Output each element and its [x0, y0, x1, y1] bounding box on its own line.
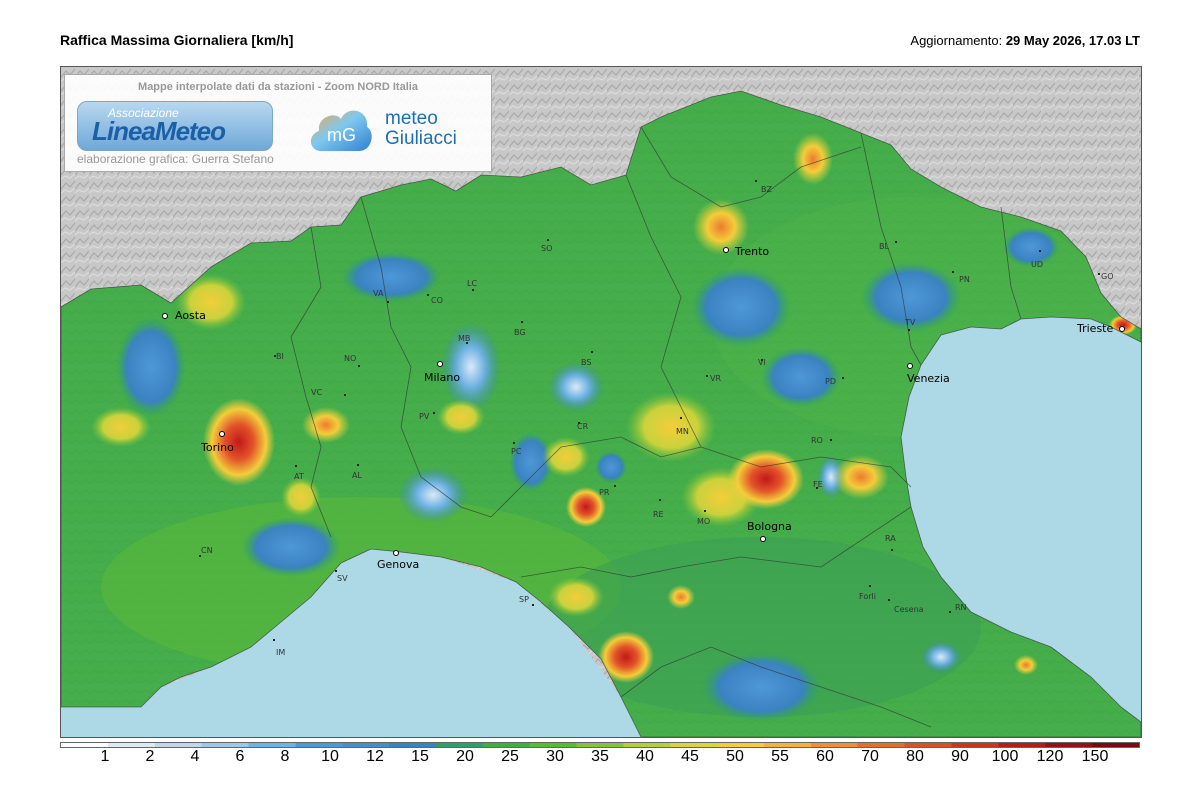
meteogiuliacci-line2: Giuliacci	[385, 128, 457, 149]
prov-at: AT	[294, 472, 304, 481]
city-label-trento: Trento	[734, 245, 769, 258]
legend-label: 12	[366, 748, 384, 765]
update-value: 29 May 2026, 17.03 LT	[1005, 33, 1140, 48]
city-label-bologna: Bologna	[747, 520, 792, 533]
prov-lc: LC	[467, 279, 477, 288]
city-label-aosta: Aosta	[175, 309, 206, 322]
legend-label: 40	[636, 748, 654, 765]
lineameteo-logo: Associazione LineaMeteo	[77, 101, 273, 151]
legend-label: 100	[991, 748, 1019, 765]
prov-bl: BL	[879, 242, 889, 251]
prov-bs: BS	[581, 358, 591, 367]
legend-label: 15	[411, 748, 429, 765]
legend-label: 2	[145, 748, 155, 765]
legend-label: 55	[771, 748, 789, 765]
prov-pr: PR	[599, 488, 610, 497]
legend-label: 120	[1036, 748, 1064, 765]
prov-so: SO	[541, 244, 552, 253]
prov-sp: SP	[519, 595, 529, 604]
prov-forli: Forli	[859, 592, 876, 601]
legend-label: 150	[1081, 748, 1109, 765]
prov-vr: VR	[710, 374, 721, 383]
lineameteo-logo-main: LineaMeteo	[92, 116, 226, 146]
prov-ra: RA	[885, 534, 896, 543]
prov-bi: BI	[276, 352, 284, 361]
legend-label: 45	[681, 748, 699, 765]
prov-go: GO	[1101, 272, 1114, 281]
prov-rn: RN	[955, 603, 967, 612]
prov-cesena: Cesena	[894, 605, 924, 614]
legend-label: 80	[906, 748, 924, 765]
prov-no: NO	[344, 354, 356, 363]
legend-label: 1	[100, 748, 110, 765]
legend-label: 20	[456, 748, 474, 765]
meteogiuliacci-mark: mG	[327, 125, 356, 145]
prov-bz: BZ	[761, 185, 772, 194]
city-label-trieste: Trieste	[1076, 322, 1113, 335]
legend-label: 70	[861, 748, 879, 765]
prov-mb: MB	[458, 334, 470, 343]
prov-tv: TV	[904, 318, 916, 327]
prov-co: CO	[431, 296, 443, 305]
prov-vi: VI	[758, 358, 766, 367]
legend-label: 90	[951, 748, 969, 765]
credits-author: elaborazione grafica: Guerra Stefano	[77, 152, 274, 166]
city-label-torino: Torino	[200, 441, 234, 454]
map-title: Raffica Massima Giornaliera [km/h]	[60, 32, 294, 48]
meteogiuliacci-wordmark: meteo Giuliacci	[385, 109, 457, 149]
prov-ro: RO	[811, 436, 823, 445]
city-label-venezia: Venezia	[907, 372, 950, 385]
legend-label: 4	[190, 748, 200, 765]
legend-label: 6	[235, 748, 245, 765]
prov-ud: UD	[1031, 260, 1043, 269]
city-label-milano: Milano	[424, 371, 460, 384]
city-label-genova: Genova	[377, 558, 419, 571]
prov-al: AL	[352, 471, 362, 480]
prov-bg: BG	[514, 328, 526, 337]
prov-fe: FE	[813, 480, 823, 489]
legend-label: 30	[546, 748, 564, 765]
legend-label: 35	[591, 748, 609, 765]
prov-pd: PD	[825, 377, 836, 386]
prov-mo: MO	[697, 517, 710, 526]
credits-title: Mappe interpolate dati da stazioni - Zoo…	[138, 81, 418, 93]
prov-cr: CR	[577, 422, 589, 431]
prov-pn: PN	[959, 275, 970, 284]
prov-cn: CN	[201, 546, 213, 555]
prov-mn: MN	[676, 427, 689, 436]
prov-va: VA	[373, 289, 384, 298]
legend-labels: 1 2 4 6 8 10 12 15 20 25 30 35 40 45 50 55 60 70 80 90 100 12…	[0, 748, 1200, 772]
prov-im: IM	[276, 648, 285, 657]
update-label: Aggiornamento:	[910, 33, 1003, 48]
meteogiuliacci-cloud-icon: mG	[310, 110, 372, 151]
legend-label: 25	[501, 748, 519, 765]
prov-sv: SV	[337, 574, 348, 583]
update-timestamp: Aggiornamento: 29 May 2026, 17.03 LT	[910, 33, 1140, 48]
meteogiuliacci-line1: meteo	[385, 108, 438, 129]
prov-re: RE	[653, 510, 664, 519]
prov-pv: PV	[419, 412, 430, 421]
legend-label: 50	[726, 748, 744, 765]
prov-vc: VC	[311, 388, 322, 397]
legend-label: 8	[280, 748, 290, 765]
legend-label: 10	[321, 748, 339, 765]
credits-box: Mappe interpolate dati da stazioni - Zoo…	[64, 74, 492, 172]
legend-label: 60	[816, 748, 834, 765]
prov-pc: PC	[511, 447, 522, 456]
